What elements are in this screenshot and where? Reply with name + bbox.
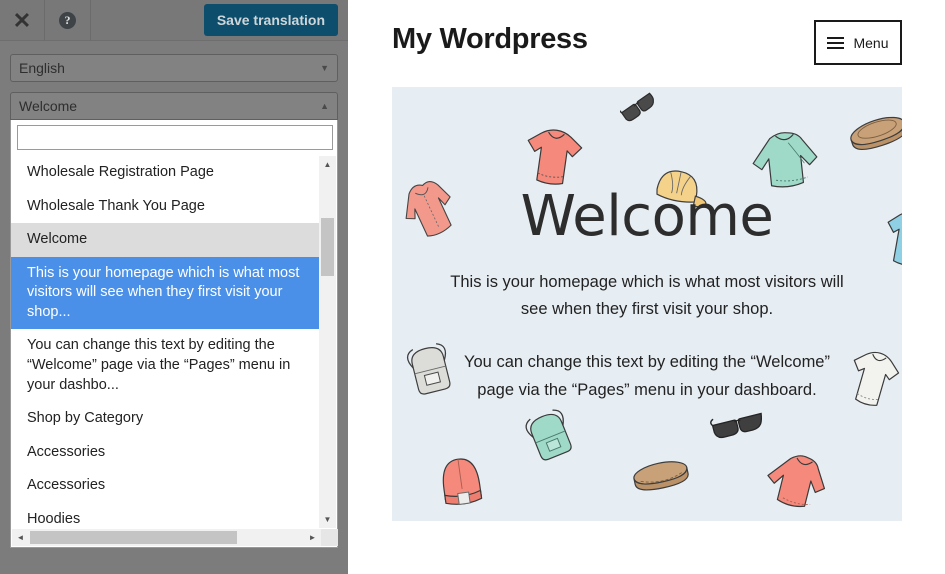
language-select[interactable]: English ▼ <box>10 54 338 82</box>
app-root: ✕ ? Save translation English ▼ Welcome ▲… <box>0 0 945 574</box>
help-icon: ? <box>59 12 76 29</box>
hero-paragraph-1: This is your homepage which is what most… <box>450 273 844 319</box>
chevron-up-icon: ▲ <box>320 101 329 111</box>
dropdown-item[interactable]: Accessories <box>11 469 321 503</box>
scroll-up-arrow-icon[interactable]: ▲ <box>319 156 336 173</box>
dropdown-vertical-scrollbar[interactable]: ▲ ▼ <box>319 156 336 528</box>
dropdown-search-input[interactable] <box>17 125 333 150</box>
translation-toolbar: ✕ ? Save translation <box>0 0 348 41</box>
scroll-down-arrow-icon[interactable]: ▼ <box>319 511 336 528</box>
translation-panel: ✕ ? Save translation English ▼ Welcome ▲… <box>0 0 348 574</box>
horizontal-scrollbar-thumb[interactable] <box>30 531 237 544</box>
hero-heading: Welcome <box>520 184 774 249</box>
hero-paragraph-2: You can change this text by editing the … <box>464 353 830 399</box>
site-preview: My Wordpress Menu Welcome This is your h… <box>348 0 945 574</box>
scroll-right-arrow-icon[interactable]: ► <box>304 529 321 546</box>
site-title: My Wordpress <box>392 23 588 55</box>
scroll-left-arrow-icon[interactable]: ◄ <box>12 529 29 546</box>
dropdown-item[interactable]: Accessories <box>11 436 321 470</box>
dropdown-item[interactable]: Hoodies <box>11 503 321 528</box>
chevron-down-icon: ▼ <box>320 63 329 73</box>
dropdown-item[interactable]: Shop by Category <box>11 402 321 436</box>
menu-button-label: Menu <box>853 34 889 51</box>
save-translation-button[interactable]: Save translation <box>203 4 338 36</box>
hero-section: Welcome This is your homepage which is w… <box>392 87 902 521</box>
dropdown-item[interactable]: You can change this text by editing the … <box>11 329 321 402</box>
dropdown-item[interactable]: Wholesale Thank You Page <box>11 190 321 224</box>
dropdown-item[interactable]: Welcome <box>11 223 321 257</box>
string-dropdown: Wholesale Registration Page Wholesale Tha… <box>10 120 338 548</box>
hero-content: Welcome This is your homepage which is w… <box>392 87 902 521</box>
dropdown-item[interactable]: Wholesale Registration Page <box>11 156 321 190</box>
dropdown-item[interactable]: This is your homepage which is what most… <box>11 256 321 330</box>
vertical-scrollbar-thumb[interactable] <box>321 218 334 276</box>
string-select[interactable]: Welcome ▲ <box>10 92 338 120</box>
close-icon: ✕ <box>12 7 32 33</box>
dropdown-list[interactable]: Wholesale Registration Page Wholesale Tha… <box>11 156 321 528</box>
dropdown-horizontal-scrollbar[interactable]: ◄ ► <box>12 529 338 546</box>
hamburger-icon <box>827 36 845 49</box>
menu-button[interactable]: Menu <box>814 20 902 65</box>
help-button[interactable]: ? <box>45 0 91 41</box>
close-button[interactable]: ✕ <box>0 0 45 41</box>
string-select-value: Welcome <box>19 98 78 114</box>
language-select-value: English <box>19 60 65 76</box>
scrollbar-corner <box>321 529 338 546</box>
